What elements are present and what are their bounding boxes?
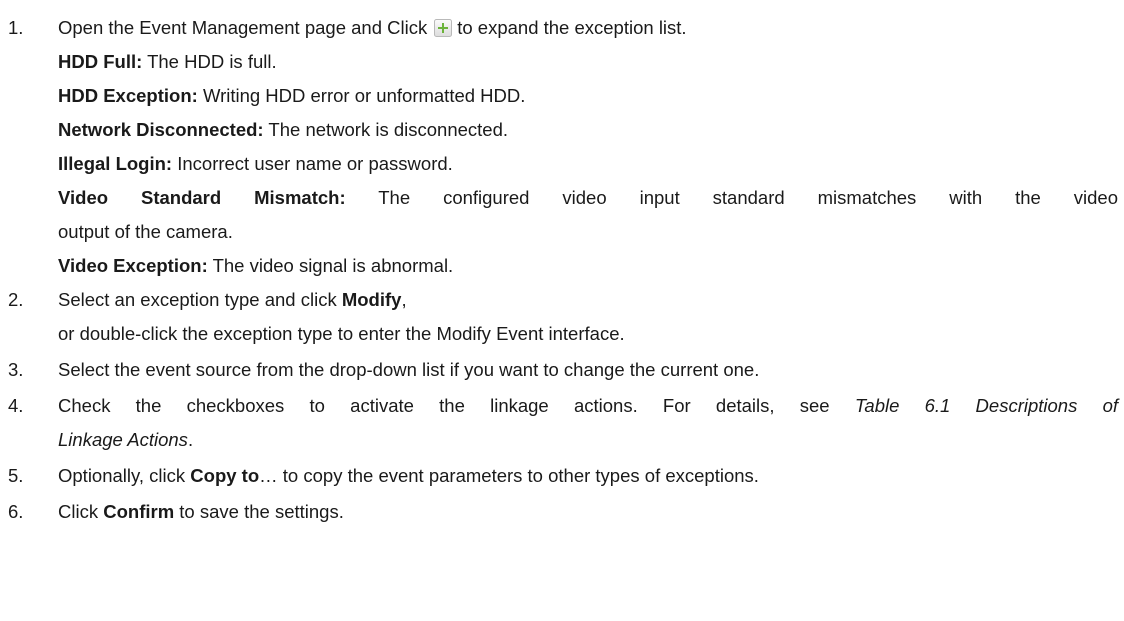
step-2-line-1: Select an exception type and click Modif… [58,288,407,312]
step-1-text-before: Open the Event Management page and Click [58,17,428,38]
definition-term: HDD Exception: [58,85,198,106]
step-5-text: Optionally, click Copy to… to copy the e… [58,464,759,488]
definition-illegal-login: Illegal Login: Incorrect user name or pa… [58,152,453,176]
step-number: 4. [8,395,24,416]
step-number: 2. [8,289,24,310]
step-number: 3. [8,359,24,380]
step-5-post: … to copy the event parameters to other … [259,465,759,486]
step-5-pre: Optionally, click [58,465,186,486]
definition-term: Network Disconnected: [58,119,264,140]
definition-term: Illegal Login: [58,153,173,174]
definition-network-disconnected: Network Disconnected: The network is dis… [58,118,508,142]
step-number: 5. [8,465,24,486]
step-4-line-1: Check the checkboxes to activate the lin… [58,394,1118,418]
step-4-line-2: Linkage Actions. [58,428,193,452]
modify-label: Modify [341,289,402,310]
step-6-text: Click Confirm to save the settings. [58,500,344,524]
definition-term: HDD Full: [58,51,143,72]
definition-video-standard-mismatch: Video Standard Mismatch: The configured … [58,186,1118,210]
step-number: 6. [8,501,24,522]
step-2-text: Select an exception type and click [58,289,337,310]
definition-term: Video Exception: [58,255,208,276]
definition-video-exception: Video Exception: The video signal is abn… [58,254,453,278]
copy-to-label: Copy to [190,465,260,486]
definition-video-standard-mismatch-cont: output of the camera. [58,221,233,242]
step-2-line-2: or double-click the exception type to en… [58,323,625,344]
definition-desc: The HDD is full. [147,51,277,72]
definition-term: Video Standard Mismatch: [58,187,346,208]
step-2-punct: , [401,289,407,310]
definition-desc: The network is disconnected. [268,119,509,140]
definition-hdd-full: HDD Full: The HDD is full. [58,50,277,74]
step-1-text: Open the Event Management page and Click… [58,16,687,40]
step-3-text: Select the event source from the drop-do… [58,359,760,380]
definition-desc: The video signal is abnormal. [212,255,454,276]
confirm-label: Confirm [103,501,175,522]
step-6-post: to save the settings. [179,501,344,522]
step-1-text-after: to expand the exception list. [457,17,687,38]
step-number: 1. [8,17,24,38]
table-reference: Table 6.1 Descriptions of [854,395,1118,416]
expand-plus-icon [433,18,453,38]
step-4-text: Check the checkboxes to activate the lin… [58,395,830,416]
definition-hdd-exception: HDD Exception: Writing HDD error or unfo… [58,84,525,108]
definition-desc: Incorrect user name or password. [177,153,453,174]
definition-desc: Writing HDD error or unformatted HDD. [202,85,526,106]
definition-desc: The configured video input standard mism… [378,187,1118,208]
step-6-pre: Click [58,501,99,522]
instruction-document: 1. Open the Event Management page and Cl… [0,0,1124,621]
table-reference-cont: Linkage Actions [58,429,188,450]
step-4-punct: . [187,429,194,450]
